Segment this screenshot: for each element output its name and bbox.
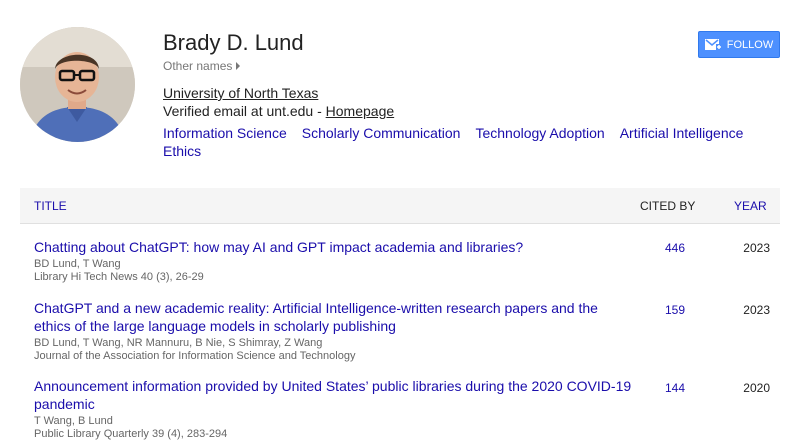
sort-by-title[interactable]: TITLE [34, 199, 67, 213]
caret-right-icon [236, 62, 241, 70]
publication-year: 2023 [743, 241, 770, 255]
other-names-toggle[interactable]: Other names [163, 59, 241, 73]
cited-by-count[interactable]: 159 [640, 303, 710, 317]
publication-title-link[interactable]: Chatting about ChatGPT: how may AI and G… [34, 238, 634, 256]
affiliation-link[interactable]: University of North Texas [163, 85, 318, 101]
follow-button[interactable]: FOLLOW [698, 31, 780, 58]
cited-by-count[interactable]: 144 [640, 381, 710, 395]
publication-year: 2023 [743, 303, 770, 317]
interest-link[interactable]: Artificial Intelligence [620, 125, 744, 141]
other-names-label: Other names [163, 59, 233, 73]
interest-link[interactable]: Technology Adoption [475, 125, 604, 141]
publication-venue: Journal of the Association for Informati… [34, 350, 356, 362]
publication-title-link[interactable]: Announcement information provided by Uni… [34, 377, 634, 413]
profile-name: Brady D. Lund [163, 30, 304, 55]
sort-by-year[interactable]: YEAR [734, 199, 767, 213]
publication-title-link[interactable]: ChatGPT and a new academic reality: Arti… [34, 299, 634, 335]
cited-by-header: CITED BY [640, 199, 696, 213]
envelope-plus-icon [704, 38, 722, 50]
interest-link[interactable]: Information Science [163, 125, 287, 141]
cited-by-count[interactable]: 446 [640, 241, 710, 255]
publication-venue: Library Hi Tech News 40 (3), 26-29 [34, 271, 204, 283]
email-line: Verified email at unt.edu - Homepage [163, 103, 394, 119]
homepage-link[interactable]: Homepage [326, 103, 395, 119]
publication-authors: BD Lund, T Wang, NR Mannuru, B Nie, S Sh… [34, 337, 323, 349]
publication-venue: Public Library Quarterly 39 (4), 283-294 [34, 428, 228, 440]
verified-email-text: Verified email at unt.edu - [163, 103, 326, 119]
research-interests: Information Science Scholarly Communicati… [163, 124, 763, 160]
follow-label: FOLLOW [726, 38, 774, 51]
avatar [20, 27, 135, 142]
publication-authors: BD Lund, T Wang [34, 258, 121, 270]
interest-link[interactable]: Ethics [163, 143, 201, 159]
publications-table-header: TITLE CITED BY YEAR [20, 188, 780, 224]
publication-year: 2020 [743, 381, 770, 395]
interest-link[interactable]: Scholarly Communication [302, 125, 461, 141]
publication-authors: T Wang, B Lund [34, 415, 113, 427]
